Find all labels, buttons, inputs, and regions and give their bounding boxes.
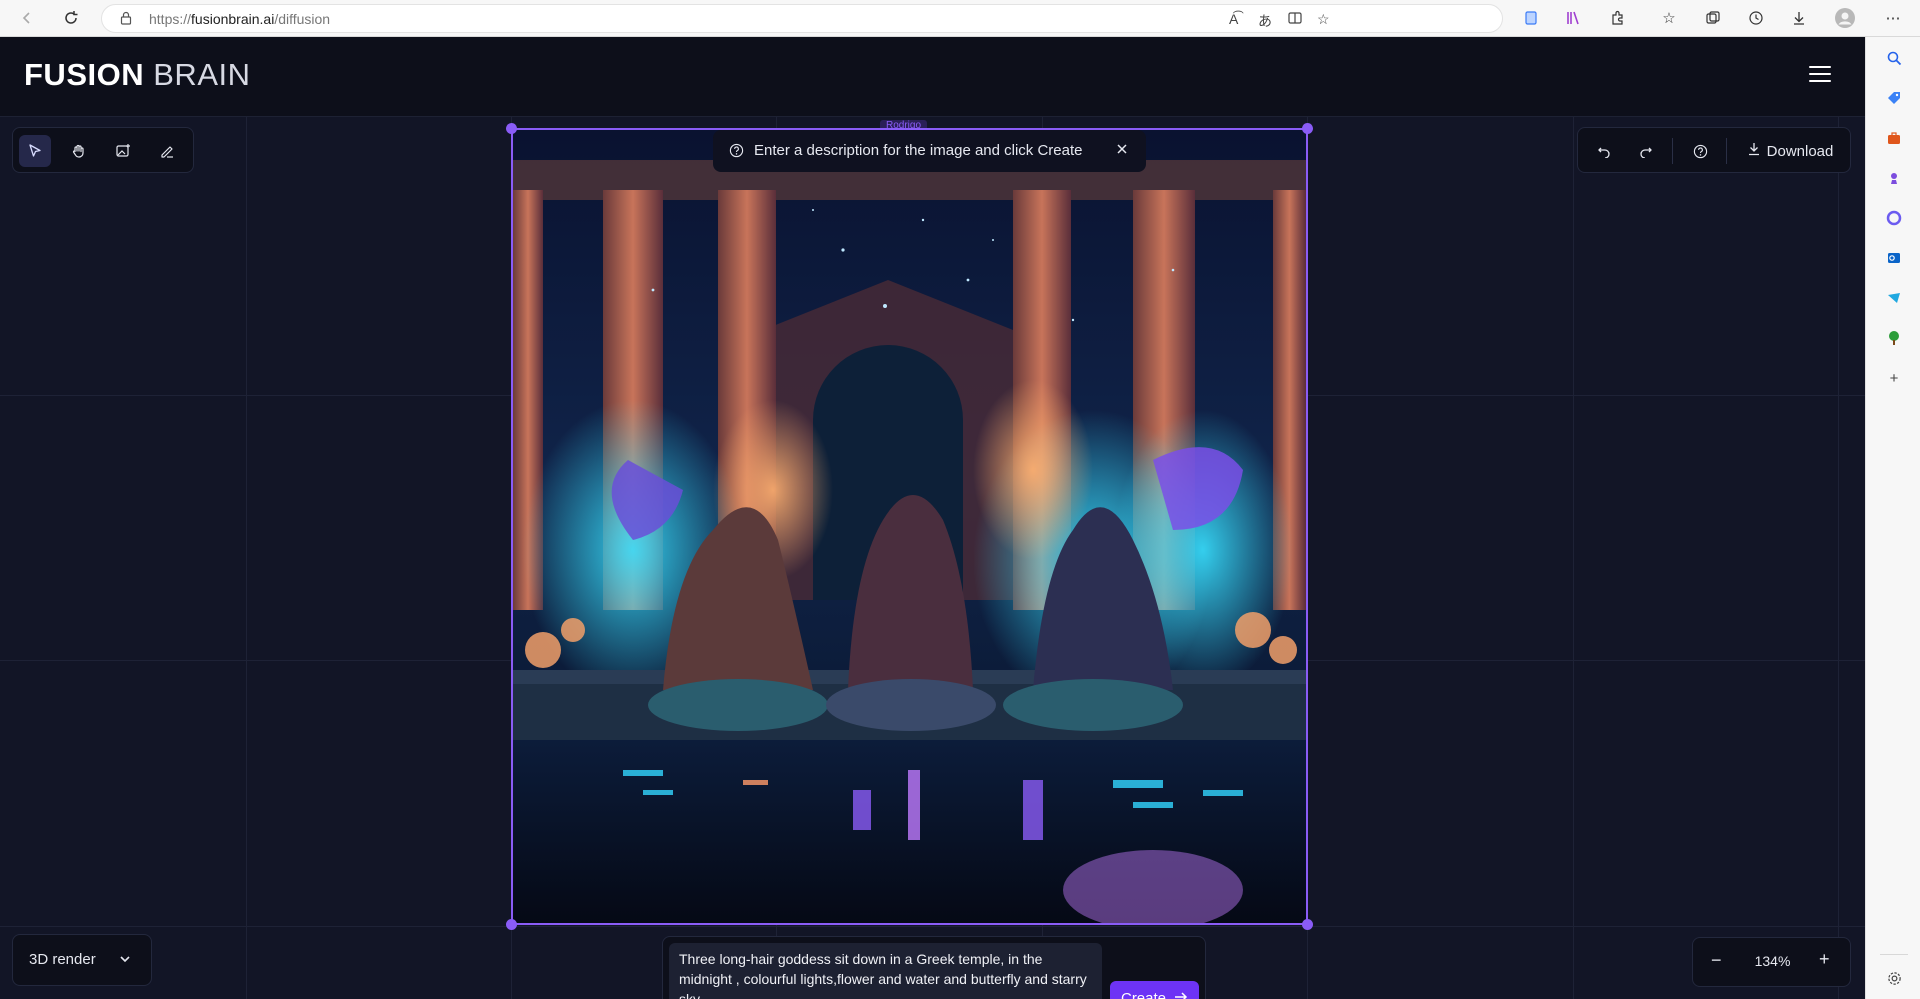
tools-briefcase-icon[interactable] [1883, 127, 1905, 149]
download-button[interactable]: Download [1740, 135, 1840, 167]
split-screen-icon[interactable] [1288, 11, 1302, 28]
generated-image-frame[interactable] [511, 128, 1308, 925]
select-pointer-icon[interactable] [19, 135, 51, 167]
hint-text: Enter a description for the image and cl… [754, 142, 1083, 159]
download-icon [1747, 142, 1761, 160]
settings-gear-icon[interactable] [1883, 967, 1905, 989]
read-aloud-icon[interactable]: A͡ [1229, 11, 1238, 27]
menu-hamburger-icon[interactable] [1809, 66, 1831, 84]
grid-line [0, 926, 1865, 927]
generated-image [513, 130, 1306, 923]
create-button[interactable]: Create [1110, 981, 1199, 999]
prompt-input[interactable]: Three long-hair goddess sit down in a Gr… [669, 943, 1102, 999]
url-text: https://fusionbrain.ai/diffusion [149, 11, 331, 27]
outlook-icon[interactable] [1883, 247, 1905, 269]
grid-line [1838, 117, 1839, 999]
profile-avatar-icon[interactable] [1834, 7, 1856, 29]
grid-line [246, 117, 247, 999]
zoom-in-button[interactable]: + [1819, 949, 1830, 970]
grid-line [1573, 117, 1574, 999]
toolbar-divider [1726, 138, 1727, 164]
style-selected-value: 3D render [29, 951, 96, 968]
collections-icon[interactable] [1702, 7, 1724, 29]
add-icon[interactable]: + [1883, 367, 1905, 389]
canvas-toolbar [12, 127, 194, 173]
fusion-brain-app: FUSION BRAIN Download Rodrigo Enter a de… [0, 37, 1865, 999]
resize-handle-bottom-left[interactable] [506, 919, 517, 930]
fusion-brain-logo[interactable]: FUSION BRAIN [24, 57, 251, 93]
prompt-panel: Three long-hair goddess sit down in a Gr… [662, 936, 1206, 999]
lock-icon [120, 11, 132, 28]
search-icon[interactable] [1883, 47, 1905, 69]
hint-toast: Enter a description for the image and cl… [713, 130, 1146, 172]
history-icon[interactable] [1745, 7, 1767, 29]
style-dropdown[interactable]: 3D render [12, 934, 152, 986]
help-circle-icon [729, 143, 744, 163]
microsoft-365-icon[interactable] [1883, 207, 1905, 229]
browser-toolbar: https://fusionbrain.ai/diffusion A͡ あ ☆ … [0, 0, 1920, 37]
tree-icon[interactable] [1883, 327, 1905, 349]
canvas-area[interactable]: Download Rodrigo Enter a description for… [0, 117, 1865, 999]
favorite-star-icon[interactable]: ☆ [1317, 11, 1330, 28]
resize-handle-top-right[interactable] [1302, 123, 1313, 134]
refresh-icon[interactable] [58, 6, 84, 30]
help-icon[interactable] [1686, 135, 1714, 167]
extensions-icon[interactable] [1607, 7, 1629, 29]
redo-icon[interactable] [1632, 135, 1660, 167]
close-icon[interactable] [1116, 142, 1128, 160]
resize-handle-bottom-right[interactable] [1302, 919, 1313, 930]
arrow-right-icon [1174, 990, 1188, 999]
address-bar[interactable]: https://fusionbrain.ai/diffusion A͡ あ ☆ [101, 4, 1503, 33]
chevron-down-icon [119, 952, 131, 970]
app-header: FUSION BRAIN [0, 37, 1865, 117]
more-options-icon[interactable]: ⋯ [1882, 7, 1904, 29]
add-image-icon[interactable] [107, 135, 139, 167]
drop-icon[interactable] [1883, 287, 1905, 309]
resize-handle-top-left[interactable] [506, 123, 517, 134]
favorites-icon[interactable]: ☆ [1658, 7, 1680, 29]
library-icon[interactable] [1563, 7, 1585, 29]
edge-sidebar: + [1865, 37, 1920, 999]
download-label: Download [1766, 142, 1834, 160]
translate-icon[interactable]: あ [1258, 11, 1272, 31]
back-icon[interactable] [14, 6, 40, 30]
sidebar-divider [1880, 954, 1908, 955]
games-chess-icon[interactable] [1883, 167, 1905, 189]
shopping-tag-icon[interactable] [1883, 87, 1905, 109]
undo-icon[interactable] [1590, 135, 1618, 167]
top-right-toolbar: Download [1577, 127, 1851, 173]
zoom-control: − 134% + [1692, 937, 1851, 987]
downloads-icon[interactable] [1788, 7, 1810, 29]
eraser-pencil-icon[interactable] [151, 135, 183, 167]
hand-pan-icon[interactable] [63, 135, 95, 167]
collection-icon[interactable] [1520, 7, 1542, 29]
toolbar-divider [1672, 138, 1673, 164]
create-label: Create [1120, 989, 1167, 999]
